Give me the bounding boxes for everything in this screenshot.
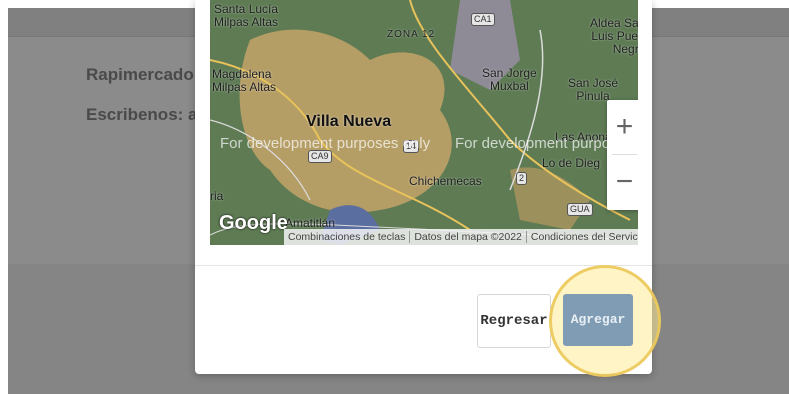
google-logo[interactable]: Google: [219, 212, 288, 235]
keyboard-shortcuts-link[interactable]: Combinaciones de teclas: [284, 231, 411, 243]
map-view[interactable]: Santa Lucía Milpas Altas Magdalena Milpa…: [210, 0, 638, 245]
road-shield-ca1: CA1: [471, 13, 495, 26]
zoom-controls: + −: [607, 100, 638, 210]
place-chichemecas: Chichemecas: [409, 174, 482, 188]
add-button[interactable]: Agregar: [563, 294, 633, 346]
place-ria: ria: [210, 189, 224, 203]
store-name: Rapimercado: [86, 65, 194, 84]
place-aldea: Aldea San Luis Puert Negra: [590, 16, 638, 56]
map-data-link[interactable]: Datos del mapa ©2022: [410, 231, 527, 243]
place-villa-nueva: Villa Nueva: [306, 113, 392, 130]
road-shield-gua: GUA: [567, 203, 593, 216]
terms-link[interactable]: Condiciones del Servicio: [527, 231, 638, 243]
map-attribution: Combinaciones de teclas Datos del mapa ©2…: [284, 229, 638, 245]
place-amatitlan: Amatitlán: [285, 216, 336, 230]
zoom-out-button[interactable]: −: [607, 155, 638, 209]
dev-watermark-left: For development purposes only: [220, 135, 431, 152]
place-magdalena: Magdalena Milpas Altas: [212, 67, 277, 94]
place-lo-de-dieguez: Lo de Dieg: [542, 156, 601, 170]
zoom-in-button[interactable]: +: [607, 100, 638, 154]
modal-divider: [195, 265, 652, 266]
back-button[interactable]: Regresar: [477, 294, 551, 348]
location-modal: Santa Lucía Milpas Altas Magdalena Milpa…: [195, 0, 661, 377]
contact-text: Escribenos: ayu: [86, 105, 196, 124]
place-santa-lucia: Santa Lucía Milpas Altas: [214, 2, 279, 29]
place-zona-12: ZONA 12: [387, 29, 436, 40]
place-san-jorge: San Jorge Muxbal: [482, 66, 537, 93]
road-shield-2: 2: [516, 172, 528, 185]
